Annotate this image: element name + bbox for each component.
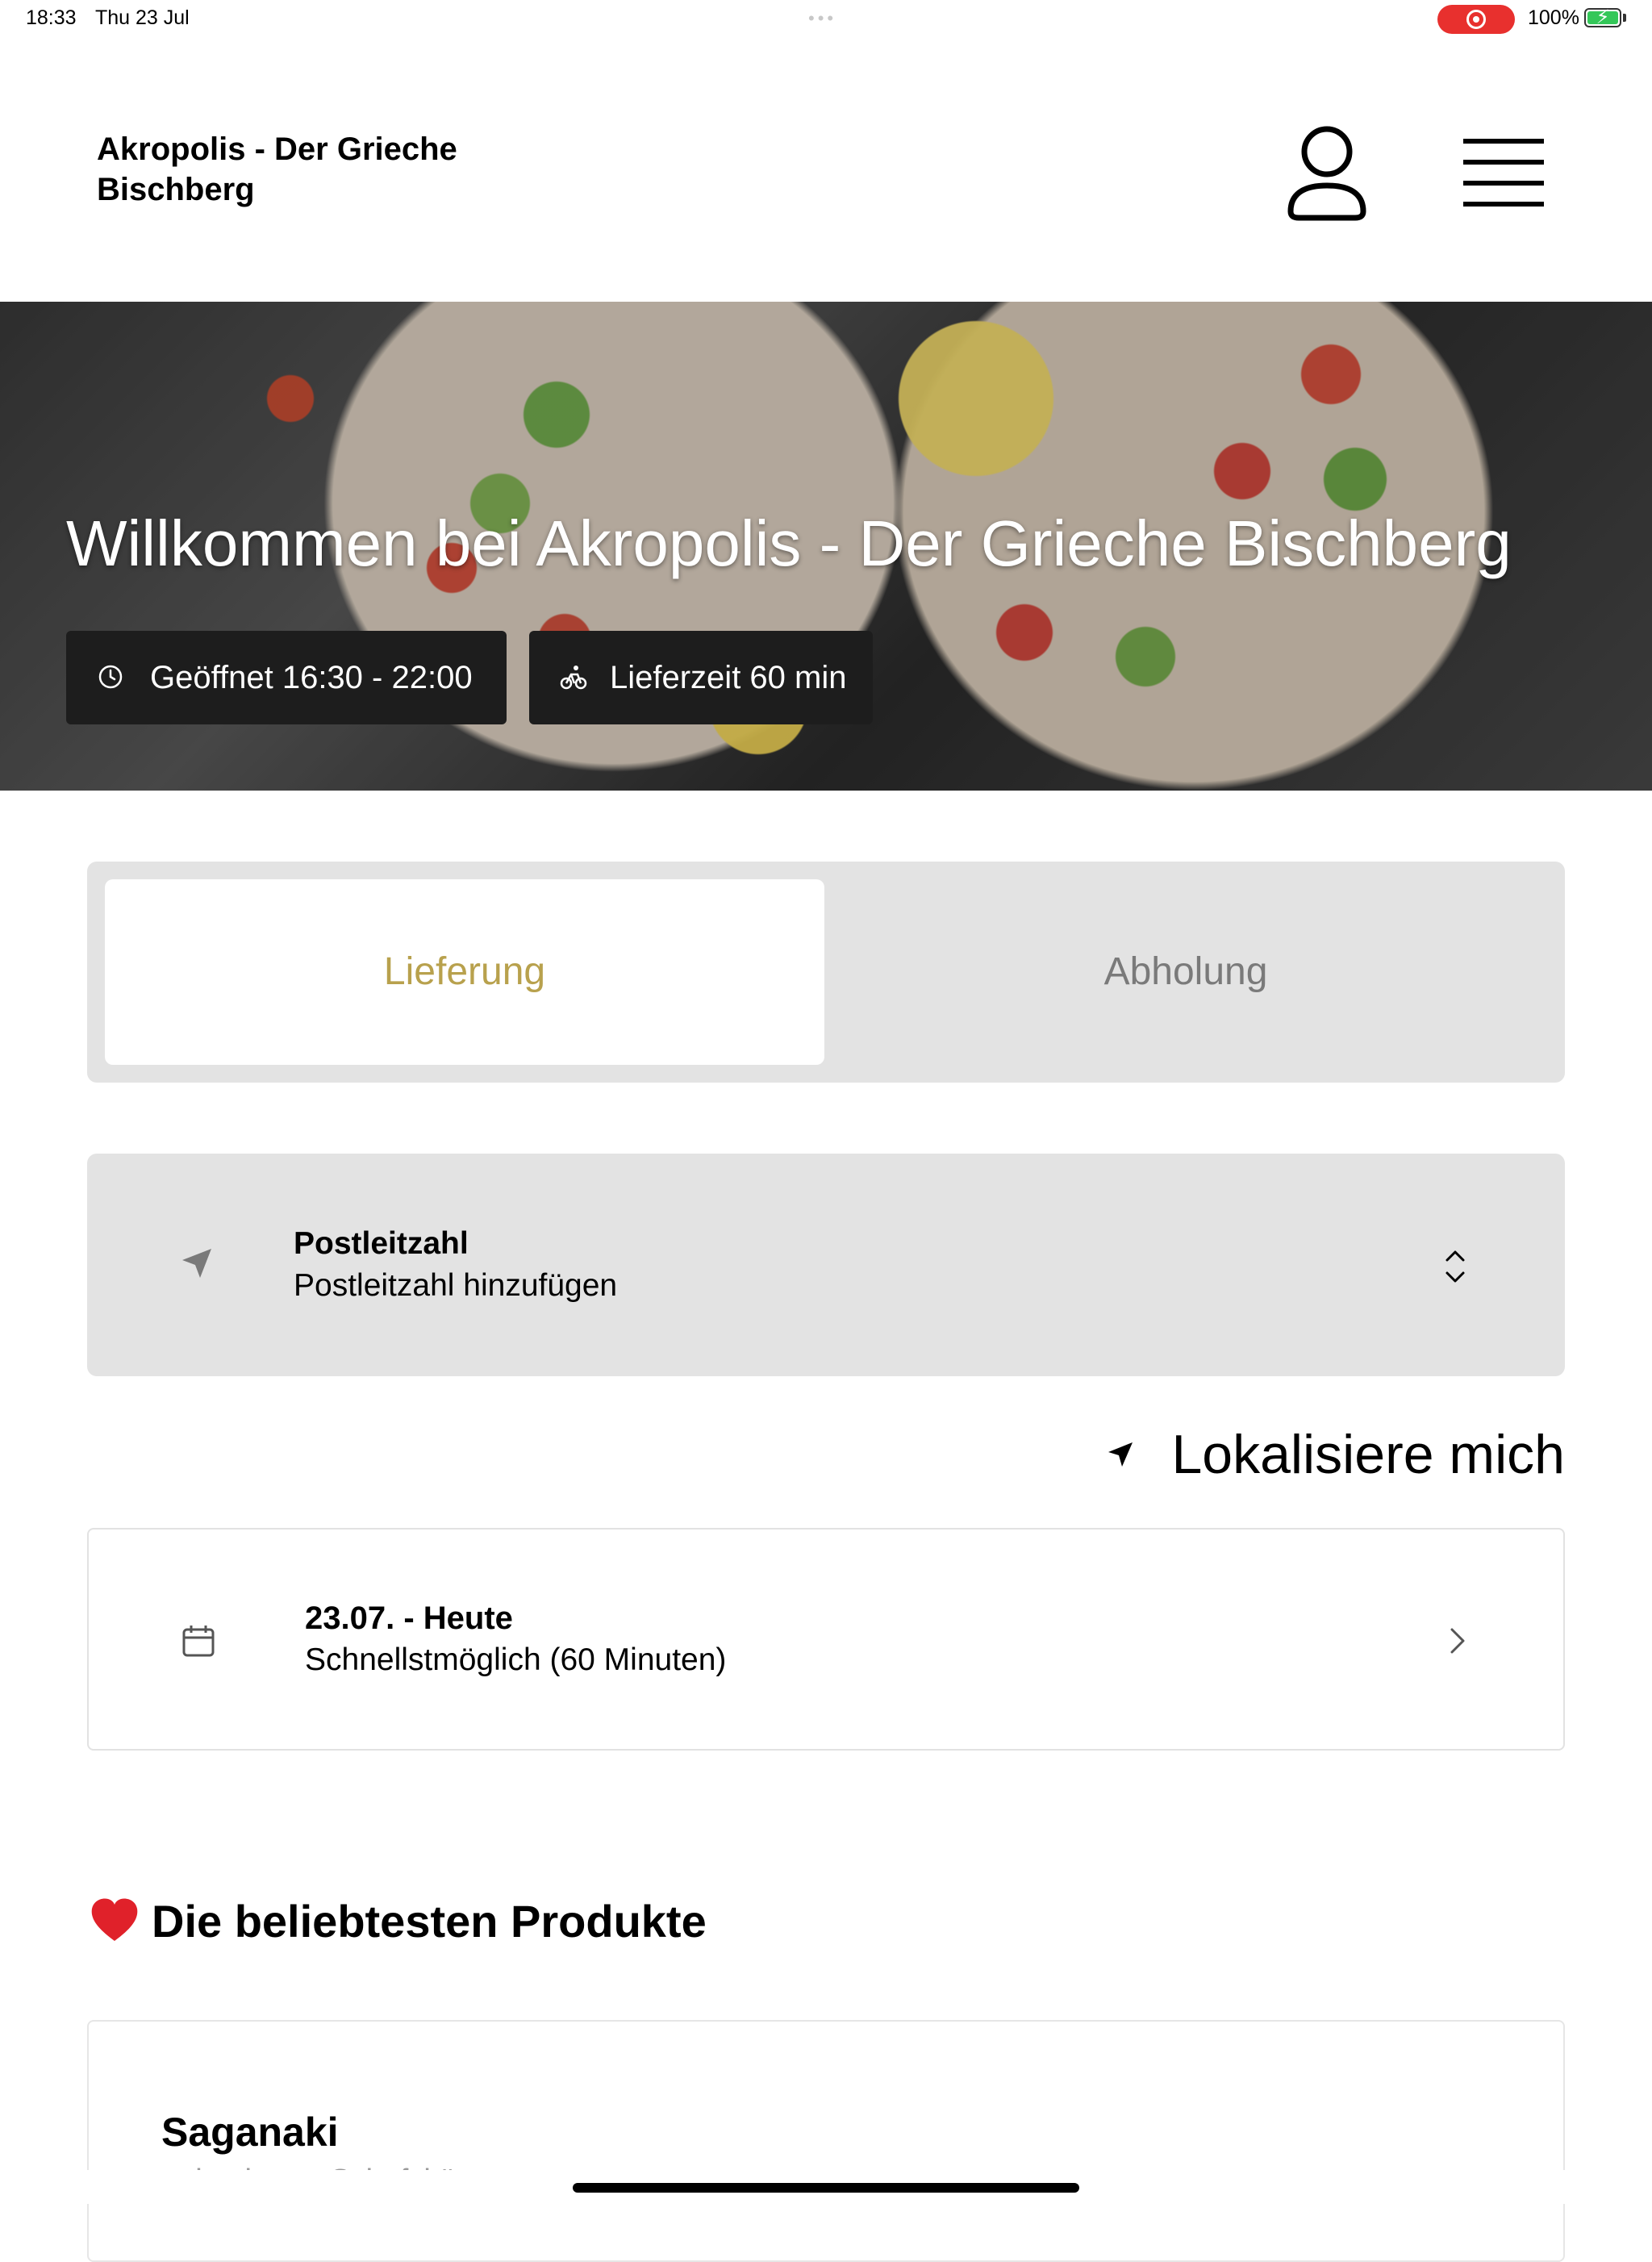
record-icon [1466, 10, 1486, 29]
account-button[interactable] [1283, 121, 1371, 226]
opening-hours-text: Geöffnet 16:30 - 22:00 [150, 660, 473, 695]
hero-banner: Willkommen bei Akropolis - Der Grieche B… [0, 302, 1652, 791]
bicycle-icon [560, 666, 587, 690]
user-icon [1287, 126, 1366, 221]
product-name: Saganaki [161, 2110, 339, 2155]
home-indicator[interactable] [573, 2183, 1079, 2193]
status-time: 18:33 [26, 6, 77, 29]
status-date: Thu 23 Jul [95, 6, 190, 29]
screen-recording-indicator[interactable] [1437, 5, 1515, 34]
postcode-placeholder[interactable]: Postleitzahl hinzufügen [294, 1268, 617, 1304]
delivery-time-text: Lieferzeit 60 min [610, 660, 847, 695]
heart-icon [91, 1898, 138, 1941]
postcode-selector[interactable]: Postleitzahl Postleitzahl hinzufügen [87, 1154, 1565, 1376]
product-card[interactable]: Saganaki gebackener Schafskäse [87, 2020, 1565, 2262]
location-arrow-icon [182, 1249, 211, 1278]
localize-me-button[interactable]: Lokalisiere mich [1105, 1420, 1565, 1489]
popular-products-title: Die beliebtesten Produkte [152, 1896, 707, 1947]
delivery-time-badge: Lieferzeit 60 min [529, 631, 873, 724]
postcode-label: Postleitzahl [294, 1226, 469, 1261]
hamburger-menu-icon [1463, 139, 1544, 207]
tab-delivery[interactable]: Lieferung [105, 862, 824, 1083]
hero-title: Willkommen bei Akropolis - Der Grieche B… [66, 507, 1512, 579]
status-bar: 18:33 Thu 23 Jul ••• 100% ⚡ [0, 0, 1652, 39]
clock-icon [98, 665, 123, 689]
chevron-up-down-icon [1446, 1250, 1465, 1283]
menu-button[interactable] [1455, 131, 1552, 211]
tab-pickup[interactable]: Abholung [824, 862, 1547, 1083]
delivery-date-title: 23.07. - Heute [305, 1601, 513, 1636]
location-arrow-icon [1108, 1442, 1133, 1467]
opening-hours-badge: Geöffnet 16:30 - 22:00 [66, 631, 507, 724]
restaurant-name[interactable]: Akropolis - Der Grieche Bischberg [97, 129, 581, 210]
calendar-icon [182, 1626, 215, 1657]
order-mode-segmented-control: Lieferung Abholung [87, 862, 1565, 1083]
battery-tip [1623, 14, 1626, 22]
delivery-date-subtitle: Schnellstmöglich (60 Minuten) [305, 1642, 727, 1677]
battery-percent: 100% [1528, 6, 1579, 29]
chevron-right-icon [1450, 1628, 1465, 1654]
multitasking-dots[interactable]: ••• [808, 8, 836, 29]
localize-me-label: Lokalisiere mich [1171, 1424, 1565, 1485]
delivery-date-selector[interactable]: 23.07. - Heute Schnellstmöglich (60 Minu… [87, 1528, 1565, 1751]
battery-icon: ⚡ [1584, 6, 1621, 28]
